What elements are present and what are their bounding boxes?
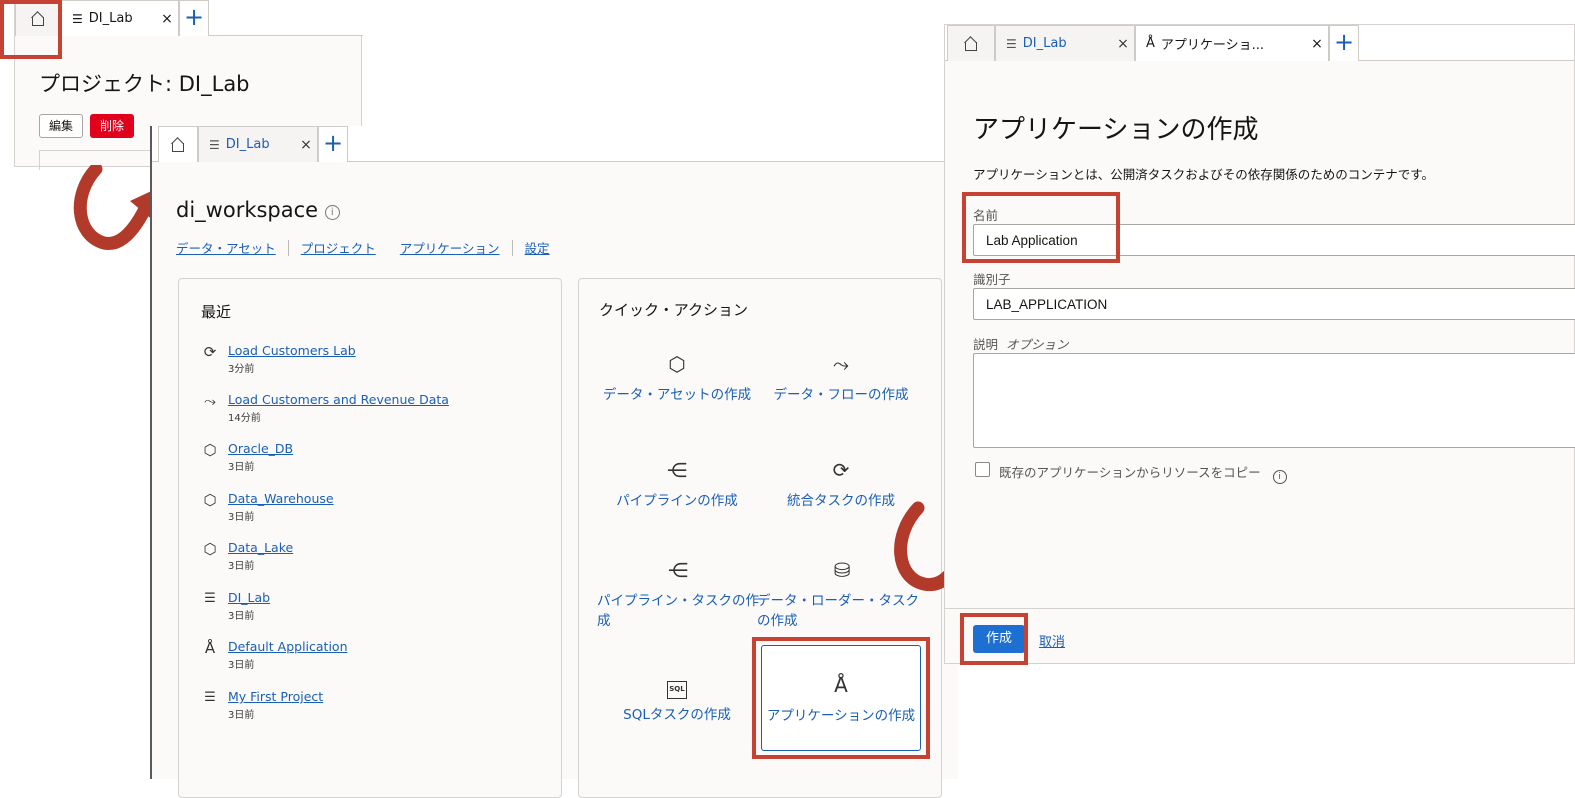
tab-home[interactable] — [947, 25, 995, 61]
cube-icon: ⬡ — [203, 540, 217, 558]
home-icon — [171, 138, 185, 152]
info-icon[interactable]: i — [1272, 470, 1287, 484]
tab-create-application[interactable]: Å アプリケーショ... × — [1135, 25, 1329, 61]
project-icon: ☰ — [209, 137, 220, 152]
refresh-icon: ⟳ — [832, 458, 850, 482]
copy-resources-checkbox[interactable] — [975, 462, 990, 477]
info-icon[interactable]: i — [324, 205, 340, 220]
tab-home[interactable] — [158, 126, 198, 162]
project-icon: ☰ — [72, 11, 83, 26]
cube-icon: ⬡ — [668, 352, 686, 376]
close-icon[interactable]: × — [156, 11, 178, 27]
flow-icon: ⤳ — [833, 352, 849, 376]
pipeline-icon: ⋲ — [667, 458, 687, 482]
identifier-label: 識別子 — [973, 272, 1011, 287]
create-application-panel: ☰ DI_Lab × Å アプリケーショ... × + アプリケーションの作成 … — [944, 24, 1575, 664]
compass-icon: Å — [834, 673, 848, 697]
create-application-action[interactable]: Å アプリケーションの作成 — [761, 645, 921, 751]
create-data-asset-action[interactable]: ⬡ データ・アセットの作成 — [597, 351, 757, 451]
cube-icon: ⬡ — [203, 441, 217, 459]
home-icon — [31, 12, 45, 26]
name-field[interactable] — [973, 224, 1575, 256]
close-icon[interactable]: × — [295, 137, 317, 153]
sql-icon: SQL — [597, 671, 757, 699]
nav-data-assets[interactable]: データ・アセット — [176, 238, 276, 257]
new-tab-button[interactable]: + — [318, 126, 348, 162]
tab-bar: ☰ DI_Lab × + — [152, 126, 958, 162]
tab-di-lab[interactable]: ☰ DI_Lab × — [198, 126, 318, 162]
close-icon[interactable]: × — [1112, 36, 1134, 52]
tab-home[interactable] — [15, 0, 61, 36]
edit-button[interactable]: 編集 — [39, 114, 83, 138]
nav-projects[interactable]: プロジェクト — [301, 238, 376, 257]
copy-resources-label: 既存のアプリケーションからリソースをコピー i — [999, 462, 1287, 484]
nav-applications[interactable]: アプリケーション — [400, 238, 500, 257]
delete-button[interactable]: 削除 — [90, 114, 134, 138]
identifier-field[interactable] — [973, 288, 1575, 320]
page-description: アプリケーションとは、公開済タスクおよびその依存関係のためのコンテナです。 — [973, 167, 1435, 182]
workspace-title: di_workspace i — [176, 198, 340, 222]
compass-icon: Å — [204, 639, 216, 657]
project-icon: ☰ — [204, 591, 216, 606]
footer-divider — [945, 608, 1574, 609]
page-title: プロジェクト: DI_Lab — [39, 72, 250, 96]
pipeline-icon: ⋲ — [668, 558, 688, 582]
create-button[interactable]: 作成 — [973, 625, 1025, 653]
new-tab-button[interactable]: + — [1329, 25, 1359, 61]
workspace-nav: データ・アセット プロジェクト アプリケーション 設定 — [176, 238, 550, 257]
recent-heading: 最近 — [201, 303, 232, 321]
create-data-flow-action[interactable]: ⤳ データ・フローの作成 — [761, 351, 921, 451]
new-tab-button[interactable]: + — [179, 0, 209, 36]
tab-bar: ☰ DI_Lab × + — [15, 0, 363, 36]
cancel-link[interactable]: 取消 — [1039, 631, 1065, 650]
flow-icon: ⤳ — [203, 392, 216, 410]
nav-settings[interactable]: 設定 — [525, 238, 550, 257]
close-icon[interactable]: × — [1306, 36, 1328, 52]
tab-di-lab[interactable]: ☰ DI_Lab × — [61, 0, 179, 36]
name-label: 名前 — [973, 208, 999, 223]
project-icon: ☰ — [204, 690, 216, 705]
create-pipeline-action[interactable]: ⋲ パイプラインの作成 — [597, 457, 757, 557]
workspace-panel: ☰ DI_Lab × + di_workspace i データ・アセット プロジ… — [150, 126, 958, 798]
cube-icon: ⬡ — [203, 491, 217, 509]
home-icon — [964, 37, 978, 51]
quick-actions-heading: クイック・アクション — [599, 301, 748, 319]
description-label: 説明 オプション — [973, 337, 1069, 352]
tab-bar: ☰ DI_Lab × Å アプリケーショ... × + — [945, 25, 1574, 61]
compass-icon: Å — [1146, 36, 1155, 51]
project-icon: ☰ — [1006, 36, 1017, 51]
page-title: アプリケーションの作成 — [973, 115, 1259, 145]
description-field[interactable] — [973, 353, 1575, 448]
create-pipeline-task-action[interactable]: ⋲ パイプライン・タスクの作成 — [597, 557, 759, 657]
refresh-icon: ⟳ — [203, 343, 217, 361]
tab-di-lab[interactable]: ☰ DI_Lab × — [995, 25, 1135, 61]
create-sql-task-action[interactable]: SQL SQLタスクの作成 — [597, 671, 757, 771]
recent-card: 最近 ⟳ Load Customers Lab 3分前 ⤳ Load Custo… — [178, 278, 562, 798]
